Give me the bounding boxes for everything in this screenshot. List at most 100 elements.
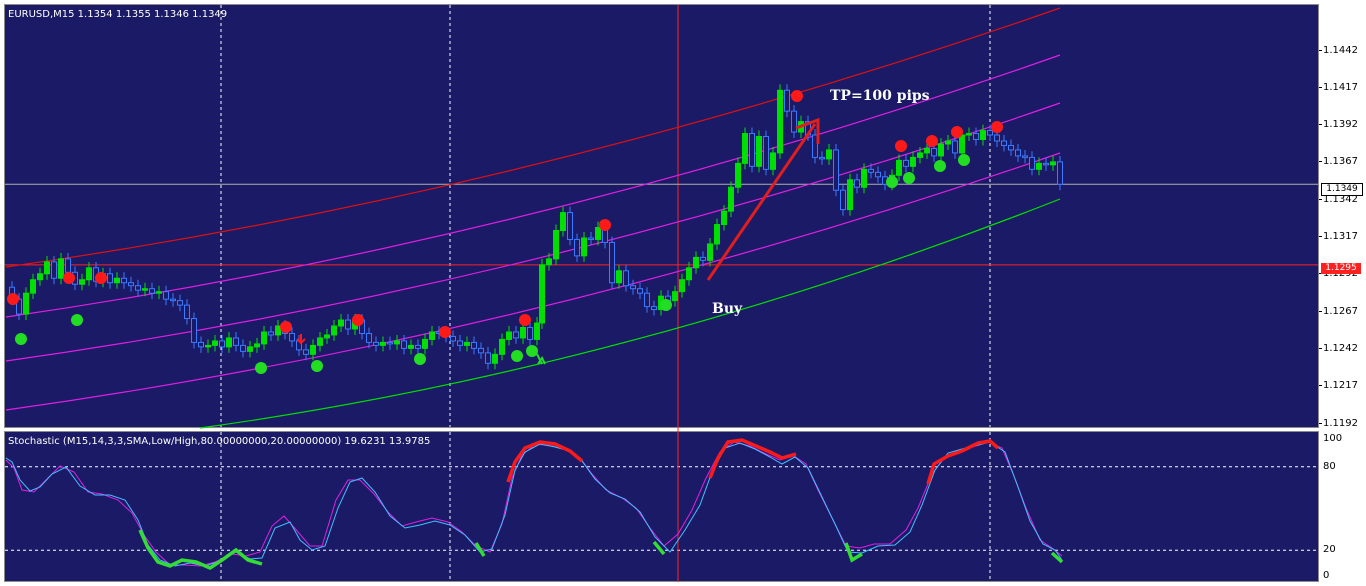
sell-dot-icon bbox=[791, 90, 803, 102]
oscillator-tick-label: 0 bbox=[1323, 570, 1330, 581]
bull-candle bbox=[492, 353, 498, 364]
bear-candle bbox=[233, 337, 239, 346]
buy-annotation: Buy bbox=[712, 301, 743, 317]
sell-dot-icon bbox=[439, 326, 451, 338]
sell-dot-icon bbox=[7, 293, 19, 305]
bear-candle bbox=[1057, 161, 1063, 185]
bull-candle bbox=[30, 279, 36, 294]
bear-candle bbox=[623, 270, 629, 287]
oversold-segment bbox=[844, 542, 863, 563]
bull-candle bbox=[44, 261, 50, 275]
tp-annotation: TP=100 pips bbox=[830, 88, 930, 104]
bull-candle bbox=[1050, 161, 1056, 166]
bull-candle bbox=[924, 147, 930, 154]
bear-candle bbox=[478, 347, 484, 354]
bull-candle bbox=[896, 159, 902, 176]
price-tick-label: 1.1367 bbox=[1323, 156, 1358, 168]
overbought-segment bbox=[708, 438, 797, 479]
buy-dot-icon bbox=[660, 299, 672, 311]
bear-candle bbox=[184, 304, 190, 320]
oscillator-header: Stochastic (M15,14,3,3,SMA,Low/High,80.0… bbox=[8, 436, 431, 447]
current-price-tag: 1.1349 bbox=[1321, 182, 1363, 196]
bear-candle bbox=[763, 136, 769, 170]
bear-candle bbox=[1008, 144, 1014, 151]
chart-header: EURUSD,M15 1.1354 1.1355 1.1346 1.1349 bbox=[8, 9, 228, 20]
bull-candle bbox=[506, 331, 512, 340]
bear-candle bbox=[240, 344, 246, 352]
bear-candle bbox=[1029, 156, 1035, 170]
bull-candle bbox=[728, 186, 734, 212]
sell-dot-icon bbox=[63, 272, 75, 284]
bear-candle bbox=[177, 300, 183, 306]
bear-candle bbox=[567, 212, 573, 240]
bull-candle bbox=[686, 267, 692, 281]
buy-dot-icon bbox=[934, 160, 946, 172]
price-tick-mark bbox=[1319, 385, 1322, 387]
bull-candle bbox=[156, 291, 162, 294]
bull-candle bbox=[707, 243, 713, 261]
bear-candle bbox=[903, 159, 909, 167]
bear-candle bbox=[784, 89, 790, 112]
oscillator-scale[interactable]: 100 80 20 0 bbox=[1319, 431, 1366, 582]
buy-dot-icon bbox=[958, 154, 970, 166]
bear-candle bbox=[1022, 155, 1028, 158]
bear-candle bbox=[401, 340, 407, 349]
bear-candle bbox=[609, 241, 615, 284]
price-tick-mark bbox=[1319, 310, 1322, 312]
bull-candle bbox=[429, 331, 435, 340]
price-tick-label: 1.1217 bbox=[1323, 380, 1358, 392]
bull-candle bbox=[380, 341, 386, 346]
bull-candle bbox=[422, 338, 428, 349]
trading-terminal: EURUSD,M15 1.1354 1.1355 1.1346 1.1349 S… bbox=[0, 0, 1366, 586]
bull-candle bbox=[408, 344, 414, 349]
sell-dot-icon bbox=[951, 126, 963, 138]
bull-candle bbox=[338, 319, 344, 327]
bear-candle bbox=[513, 331, 519, 339]
bear-candle bbox=[191, 318, 197, 343]
buy-dot-icon bbox=[255, 362, 267, 374]
buy-dot-icon bbox=[414, 353, 426, 365]
bear-candle bbox=[527, 326, 533, 340]
bull-candle bbox=[861, 168, 867, 188]
buy-dot-icon bbox=[15, 333, 27, 345]
bear-candle bbox=[373, 341, 379, 346]
bull-candle bbox=[546, 258, 552, 266]
bear-candle bbox=[135, 285, 141, 291]
bull-candle bbox=[980, 130, 986, 140]
sell-dot-icon bbox=[519, 314, 531, 326]
bear-candle bbox=[65, 258, 71, 273]
price-scale[interactable]: 1.1442 1.1417 1.1392 1.1367 1.1342 1.1317 1.12… bbox=[1319, 4, 1366, 428]
bull-candle bbox=[324, 334, 330, 339]
lower-channel bbox=[199, 198, 1061, 429]
bull-candle bbox=[37, 273, 43, 281]
bear-candle bbox=[303, 349, 309, 355]
bear-candle bbox=[128, 282, 134, 287]
sell-dot-icon bbox=[352, 314, 364, 326]
bear-candle bbox=[51, 261, 57, 279]
price-tick-label: 1.1442 bbox=[1323, 44, 1358, 56]
bear-candle bbox=[588, 237, 594, 240]
bull-candle bbox=[275, 325, 281, 336]
buy-dot-icon bbox=[903, 172, 915, 184]
bull-candle bbox=[756, 136, 762, 167]
buy-dot-icon bbox=[71, 314, 83, 326]
bull-candle bbox=[499, 338, 505, 355]
price-tick-label: 1.1417 bbox=[1323, 81, 1358, 93]
channel-4 bbox=[5, 152, 1061, 411]
bear-candle bbox=[819, 156, 825, 160]
bull-candle bbox=[777, 89, 783, 154]
bear-candle bbox=[1043, 162, 1049, 166]
bear-candle bbox=[289, 332, 295, 342]
bear-candle bbox=[574, 238, 580, 257]
up-arrow-icon bbox=[536, 353, 546, 365]
bear-candle bbox=[931, 147, 937, 157]
bear-candle bbox=[121, 277, 127, 284]
overbought-segment bbox=[926, 439, 1000, 485]
bull-candle bbox=[254, 343, 260, 348]
bear-candle bbox=[973, 133, 979, 140]
price-tick-mark bbox=[1319, 161, 1322, 163]
price-tick-mark bbox=[1319, 49, 1322, 51]
bull-candle bbox=[917, 152, 923, 158]
hline-price-tag: 1.1295 bbox=[1321, 263, 1361, 275]
bull-candle bbox=[966, 133, 972, 136]
